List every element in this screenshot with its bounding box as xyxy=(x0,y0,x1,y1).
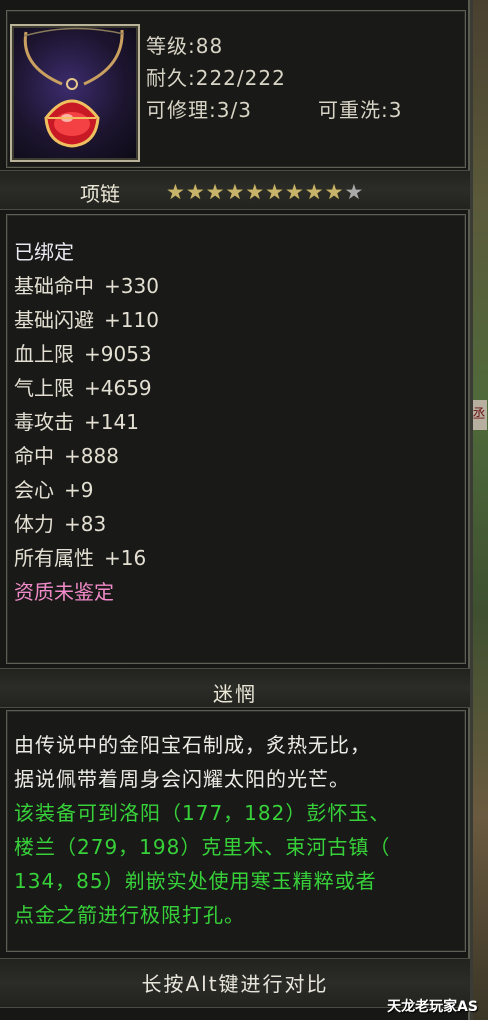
attribute-name: 基础命中 xyxy=(14,274,94,298)
attribute-row: 基础命中 +330 xyxy=(14,270,159,299)
bound-status: 已绑定 xyxy=(14,240,74,264)
attribute-row: 气上限 +4659 xyxy=(14,372,152,401)
attribute-row: 体力 +83 xyxy=(14,508,106,537)
item-type: 项链 xyxy=(80,182,120,206)
attribute-name: 基础闪避 xyxy=(14,308,94,332)
attribute-value: +110 xyxy=(104,308,159,332)
item-durability: 耐久:222/222 xyxy=(146,66,286,90)
attribute-name: 命中 xyxy=(14,444,54,468)
attribute-name: 所有属性 xyxy=(14,546,94,570)
attribute-row: 毒攻击 +141 xyxy=(14,406,139,435)
star-icon: ★ xyxy=(205,180,225,204)
star-rating: ★ ★ ★ ★ ★ ★ ★ ★ ★ ★ xyxy=(166,180,363,204)
item-repairable: 可修理:3/3 xyxy=(146,98,252,122)
hint-line: 该装备可到洛阳（177，182）彭怀玉、 xyxy=(14,801,391,825)
attribute-value: +16 xyxy=(104,546,147,570)
description-line: 由传说中的金阳宝石制成，炙热无比， xyxy=(14,733,371,757)
item-tooltip: 等级:88 耐久:222/222 可修理:3/3 可重洗:3 项链 ★ ★ ★ ★ ★ ★… xyxy=(0,0,473,1020)
attribute-value: +4659 xyxy=(84,376,152,400)
star-icon: ★ xyxy=(304,180,324,204)
attribute-row: 血上限 +9053 xyxy=(14,338,152,367)
star-icon: ★ xyxy=(324,180,344,204)
item-name: 迷惘 xyxy=(213,682,257,706)
attribute-value: +141 xyxy=(84,410,139,434)
necklace-item-icon xyxy=(10,24,140,162)
attribute-row: 命中 +888 xyxy=(14,440,119,469)
star-icon: ★ xyxy=(166,180,185,204)
item-description: 由传说中的金阳宝石制成，炙热无比， 据说佩带着周身会闪耀太阳的光芒。 该装备可到… xyxy=(14,728,458,932)
hint-line: 点金之箭进行极限打孔。 xyxy=(14,903,245,927)
attribute-name: 毒攻击 xyxy=(14,410,74,434)
attribute-row: 所有属性 +16 xyxy=(14,542,146,571)
attribute-row: 会心 +9 xyxy=(14,474,93,503)
star-icon: ★ xyxy=(245,180,265,204)
quality-status: 资质未鉴定 xyxy=(14,580,114,604)
description-line: 据说佩带着周身会闪耀太阳的光芒。 xyxy=(14,767,350,791)
star-icon: ★ xyxy=(225,180,245,204)
hint-line: 134，85）剃嵌实处使用寒玉精粹或者 xyxy=(14,869,377,893)
compare-hint: 长按Alt键进行对比 xyxy=(141,972,329,996)
star-icon: ★ xyxy=(265,180,284,204)
attribute-value: +83 xyxy=(64,512,107,536)
attribute-row: 基础闪避 +110 xyxy=(14,304,159,333)
attribute-value: +330 xyxy=(104,274,159,298)
attribute-name: 会心 xyxy=(14,478,54,502)
attribute-name: 气上限 xyxy=(14,376,74,400)
attribute-value: +9 xyxy=(64,478,94,502)
item-rewashable: 可重洗:3 xyxy=(318,98,403,122)
hint-line: 楼兰（279，198）克里木、束河古镇（ xyxy=(14,835,391,859)
item-level: 等级:88 xyxy=(146,34,224,58)
star-icon: ★ xyxy=(284,180,304,204)
star-icon: ★ xyxy=(185,180,205,204)
star-icon: ★ xyxy=(344,180,364,204)
attribute-value: +888 xyxy=(64,444,119,468)
attribute-name: 血上限 xyxy=(14,342,74,366)
side-tab-glyph: 丞 xyxy=(471,400,487,430)
attribute-name: 体力 xyxy=(14,512,54,536)
watermark: 天龙老玩家AS xyxy=(387,999,478,1015)
attribute-value: +9053 xyxy=(84,342,152,366)
